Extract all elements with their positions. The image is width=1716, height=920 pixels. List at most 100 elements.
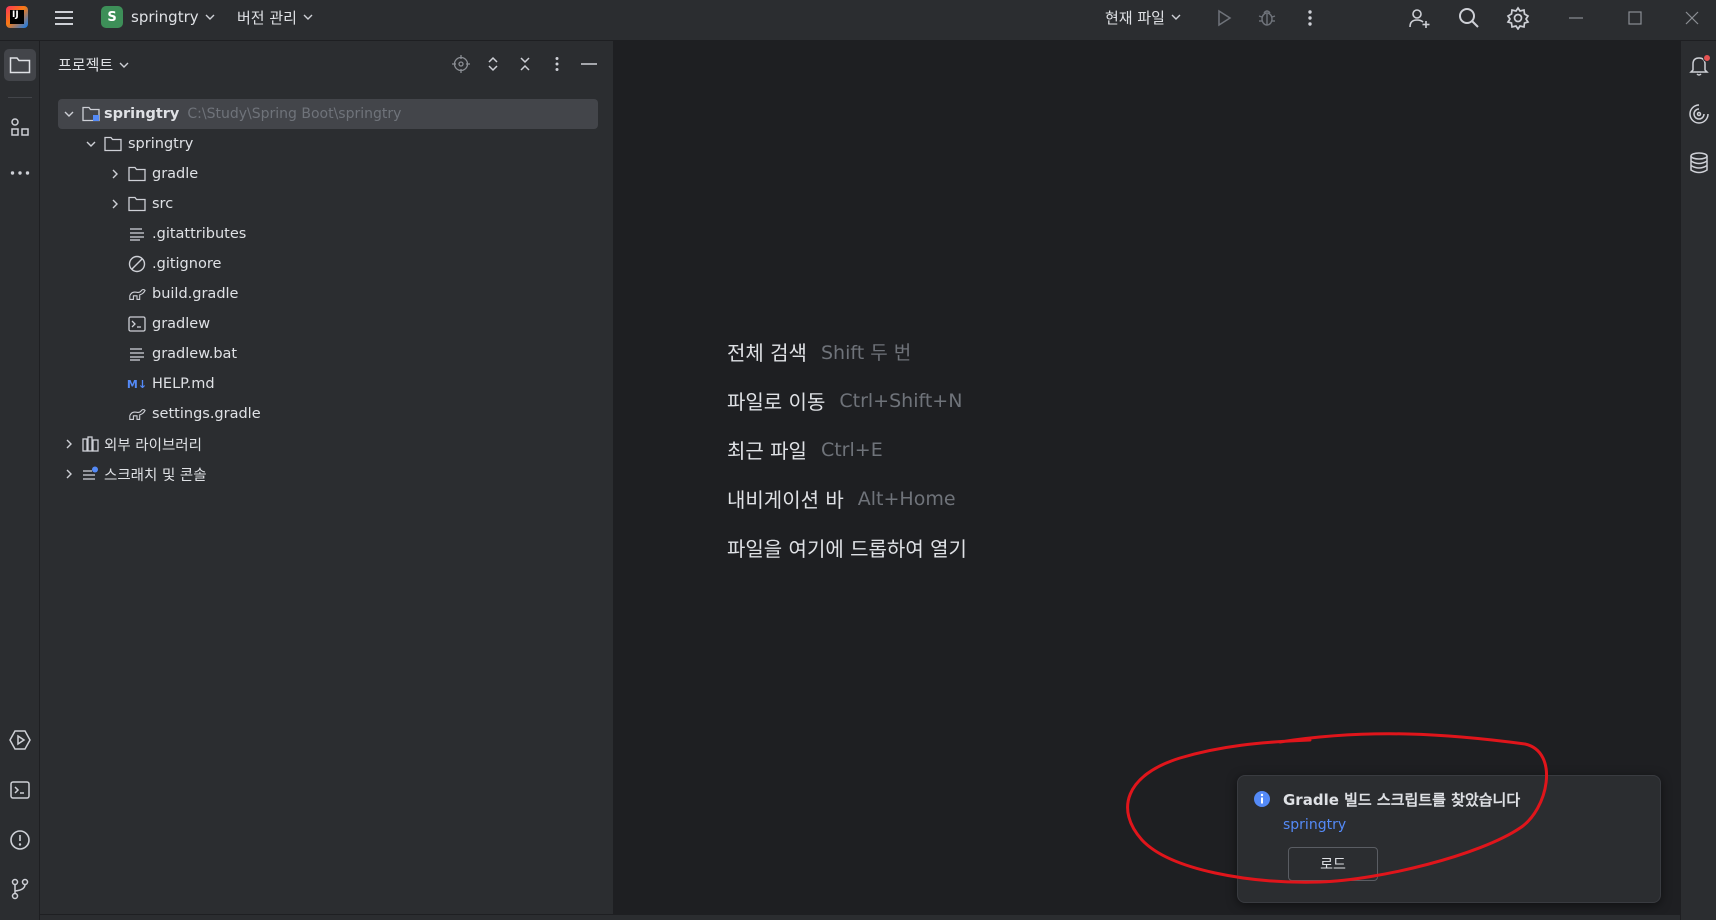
chevron-right-icon[interactable]	[62, 467, 76, 481]
hint-drop-files: 파일을 여기에 드롭하여 열기	[727, 523, 967, 572]
more-vertical-icon[interactable]	[1296, 4, 1324, 32]
chevron-down-icon	[205, 14, 215, 20]
run-icon[interactable]	[1210, 4, 1238, 32]
gradle-file-icon	[128, 405, 146, 423]
hamburger-menu-icon[interactable]	[50, 4, 78, 32]
tree-item-label: springtry C:\Study\Spring Boot\springtry	[104, 106, 402, 122]
tree-item-label: .gitattributes	[152, 226, 247, 242]
tree-item-label: gradlew.bat	[152, 346, 238, 362]
project-tree: springtry C:\Study\Spring Boot\springtry …	[58, 99, 598, 489]
tree-item-file[interactable]: .gitattributes	[58, 219, 598, 249]
library-icon	[82, 435, 100, 453]
tree-item-label: src	[152, 196, 174, 212]
tree-item-label: HELP.md	[152, 376, 215, 392]
ai-assistant-icon[interactable]	[1684, 99, 1714, 129]
tree-item-folder[interactable]: springtry	[58, 129, 598, 159]
chevron-right-icon[interactable]	[62, 437, 76, 451]
database-icon[interactable]	[1684, 148, 1714, 178]
hint-goto-file: 파일로 이동 Ctrl+Shift+N	[727, 376, 967, 425]
tree-item-file[interactable]: gradlew.bat	[58, 339, 598, 369]
chevron-right-icon[interactable]	[108, 197, 122, 211]
project-folder-icon[interactable]	[4, 49, 36, 81]
tree-item-label: build.gradle	[152, 286, 239, 302]
vcs-menu[interactable]: 버전 관리	[237, 0, 313, 34]
project-panel-title: 프로젝트	[58, 56, 114, 74]
hint-navigation-bar: 내비게이션 바 Alt+Home	[727, 474, 967, 523]
add-user-icon[interactable]	[1405, 4, 1433, 32]
more-vertical-icon[interactable]	[544, 51, 570, 77]
tree-item-file[interactable]: settings.gradle	[58, 399, 598, 429]
gradle-notification: Gradle 빌드 스크립트를 찾았습니다 springtry 로드	[1237, 775, 1661, 903]
project-panel-header: 프로젝트	[40, 41, 614, 87]
tree-item-scratches[interactable]: 스크래치 및 콘솔	[58, 459, 598, 489]
problems-icon[interactable]	[4, 824, 36, 856]
tree-item-label: springtry	[128, 136, 194, 152]
hint-text: 내비게이션 바	[727, 488, 844, 512]
hint-search-everywhere: 전체 검색 Shift 두 번	[727, 327, 967, 376]
notification-project-link[interactable]: springtry	[1283, 817, 1346, 833]
close-icon[interactable]	[1678, 4, 1706, 32]
run-config-label: 현재 파일	[1105, 8, 1165, 27]
tree-item-label: gradle	[152, 166, 199, 182]
tree-item-folder[interactable]: src	[58, 189, 598, 219]
tree-item-folder[interactable]: gradle	[58, 159, 598, 189]
tree-item-file[interactable]: gradlew	[58, 309, 598, 339]
locate-icon[interactable]	[448, 51, 474, 77]
title-bar: IJ S springtry 버전 관리 현재 파일	[0, 0, 1716, 41]
tree-item-label: 스크래치 및 콘솔	[104, 467, 207, 484]
tree-item-project-root[interactable]: springtry C:\Study\Spring Boot\springtry	[58, 99, 598, 129]
scratch-icon	[82, 465, 100, 483]
text-file-icon	[128, 345, 146, 363]
run-config-selector[interactable]: 현재 파일	[1105, 0, 1181, 34]
folder-icon	[128, 165, 146, 183]
project-name: springtry	[131, 8, 199, 26]
terminal-icon[interactable]	[4, 774, 36, 806]
gradle-file-icon	[128, 285, 146, 303]
hide-icon[interactable]	[576, 51, 602, 77]
hint-shortcut: Shift 두 번	[820, 342, 912, 364]
search-icon[interactable]	[1455, 4, 1483, 32]
project-panel: 프로젝트 springtry C:\Study\Spring Boot\spri…	[40, 41, 614, 920]
run-services-icon[interactable]	[4, 724, 36, 756]
hint-text: 전체 검색	[727, 341, 807, 365]
tree-item-file[interactable]: .gitignore	[58, 249, 598, 279]
tree-item-label: settings.gradle	[152, 406, 261, 422]
tree-item-label: .gitignore	[152, 256, 222, 272]
ignore-file-icon	[128, 255, 146, 273]
left-tool-strip	[0, 41, 40, 920]
hint-recent-files: 최근 파일 Ctrl+E	[727, 425, 967, 474]
chevron-down-icon	[119, 62, 129, 68]
status-bar	[40, 914, 1680, 920]
load-gradle-button[interactable]: 로드	[1288, 847, 1378, 881]
settings-gear-icon[interactable]	[1504, 4, 1532, 32]
tree-item-external-libraries[interactable]: 외부 라이브러리	[58, 429, 598, 459]
project-badge: S	[101, 6, 123, 28]
close-x-icon[interactable]	[512, 51, 538, 77]
notification-badge	[1703, 54, 1711, 62]
structure-icon[interactable]	[4, 111, 36, 143]
project-view-selector[interactable]: 프로젝트	[58, 54, 129, 75]
project-switcher[interactable]: S springtry	[101, 0, 215, 34]
hint-text: 파일로 이동	[727, 390, 826, 414]
notifications-bell-icon[interactable]	[1684, 51, 1714, 81]
debug-icon[interactable]	[1253, 4, 1281, 32]
chevron-right-icon[interactable]	[108, 167, 122, 181]
chevron-down-icon[interactable]	[62, 107, 76, 121]
intellij-logo-icon[interactable]: IJ	[6, 6, 28, 28]
git-branch-icon[interactable]	[4, 873, 36, 905]
hint-text: 최근 파일	[727, 439, 807, 463]
expand-collapse-icon[interactable]	[480, 51, 506, 77]
chevron-down-icon	[303, 14, 313, 20]
hint-shortcut: Ctrl+Shift+N	[839, 389, 963, 412]
hint-text: 파일을 여기에 드롭하여 열기	[727, 537, 967, 561]
chevron-down-icon[interactable]	[84, 137, 98, 151]
text-file-icon	[128, 225, 146, 243]
folder-icon	[104, 135, 122, 153]
maximize-icon[interactable]	[1621, 4, 1649, 32]
tree-item-label: 외부 라이브러리	[104, 437, 202, 454]
minimize-icon[interactable]	[1562, 4, 1590, 32]
tree-item-file[interactable]: M↓ HELP.md	[58, 369, 598, 399]
hint-shortcut: Alt+Home	[857, 487, 956, 510]
more-tools-icon[interactable]	[4, 157, 36, 189]
tree-item-file[interactable]: build.gradle	[58, 279, 598, 309]
